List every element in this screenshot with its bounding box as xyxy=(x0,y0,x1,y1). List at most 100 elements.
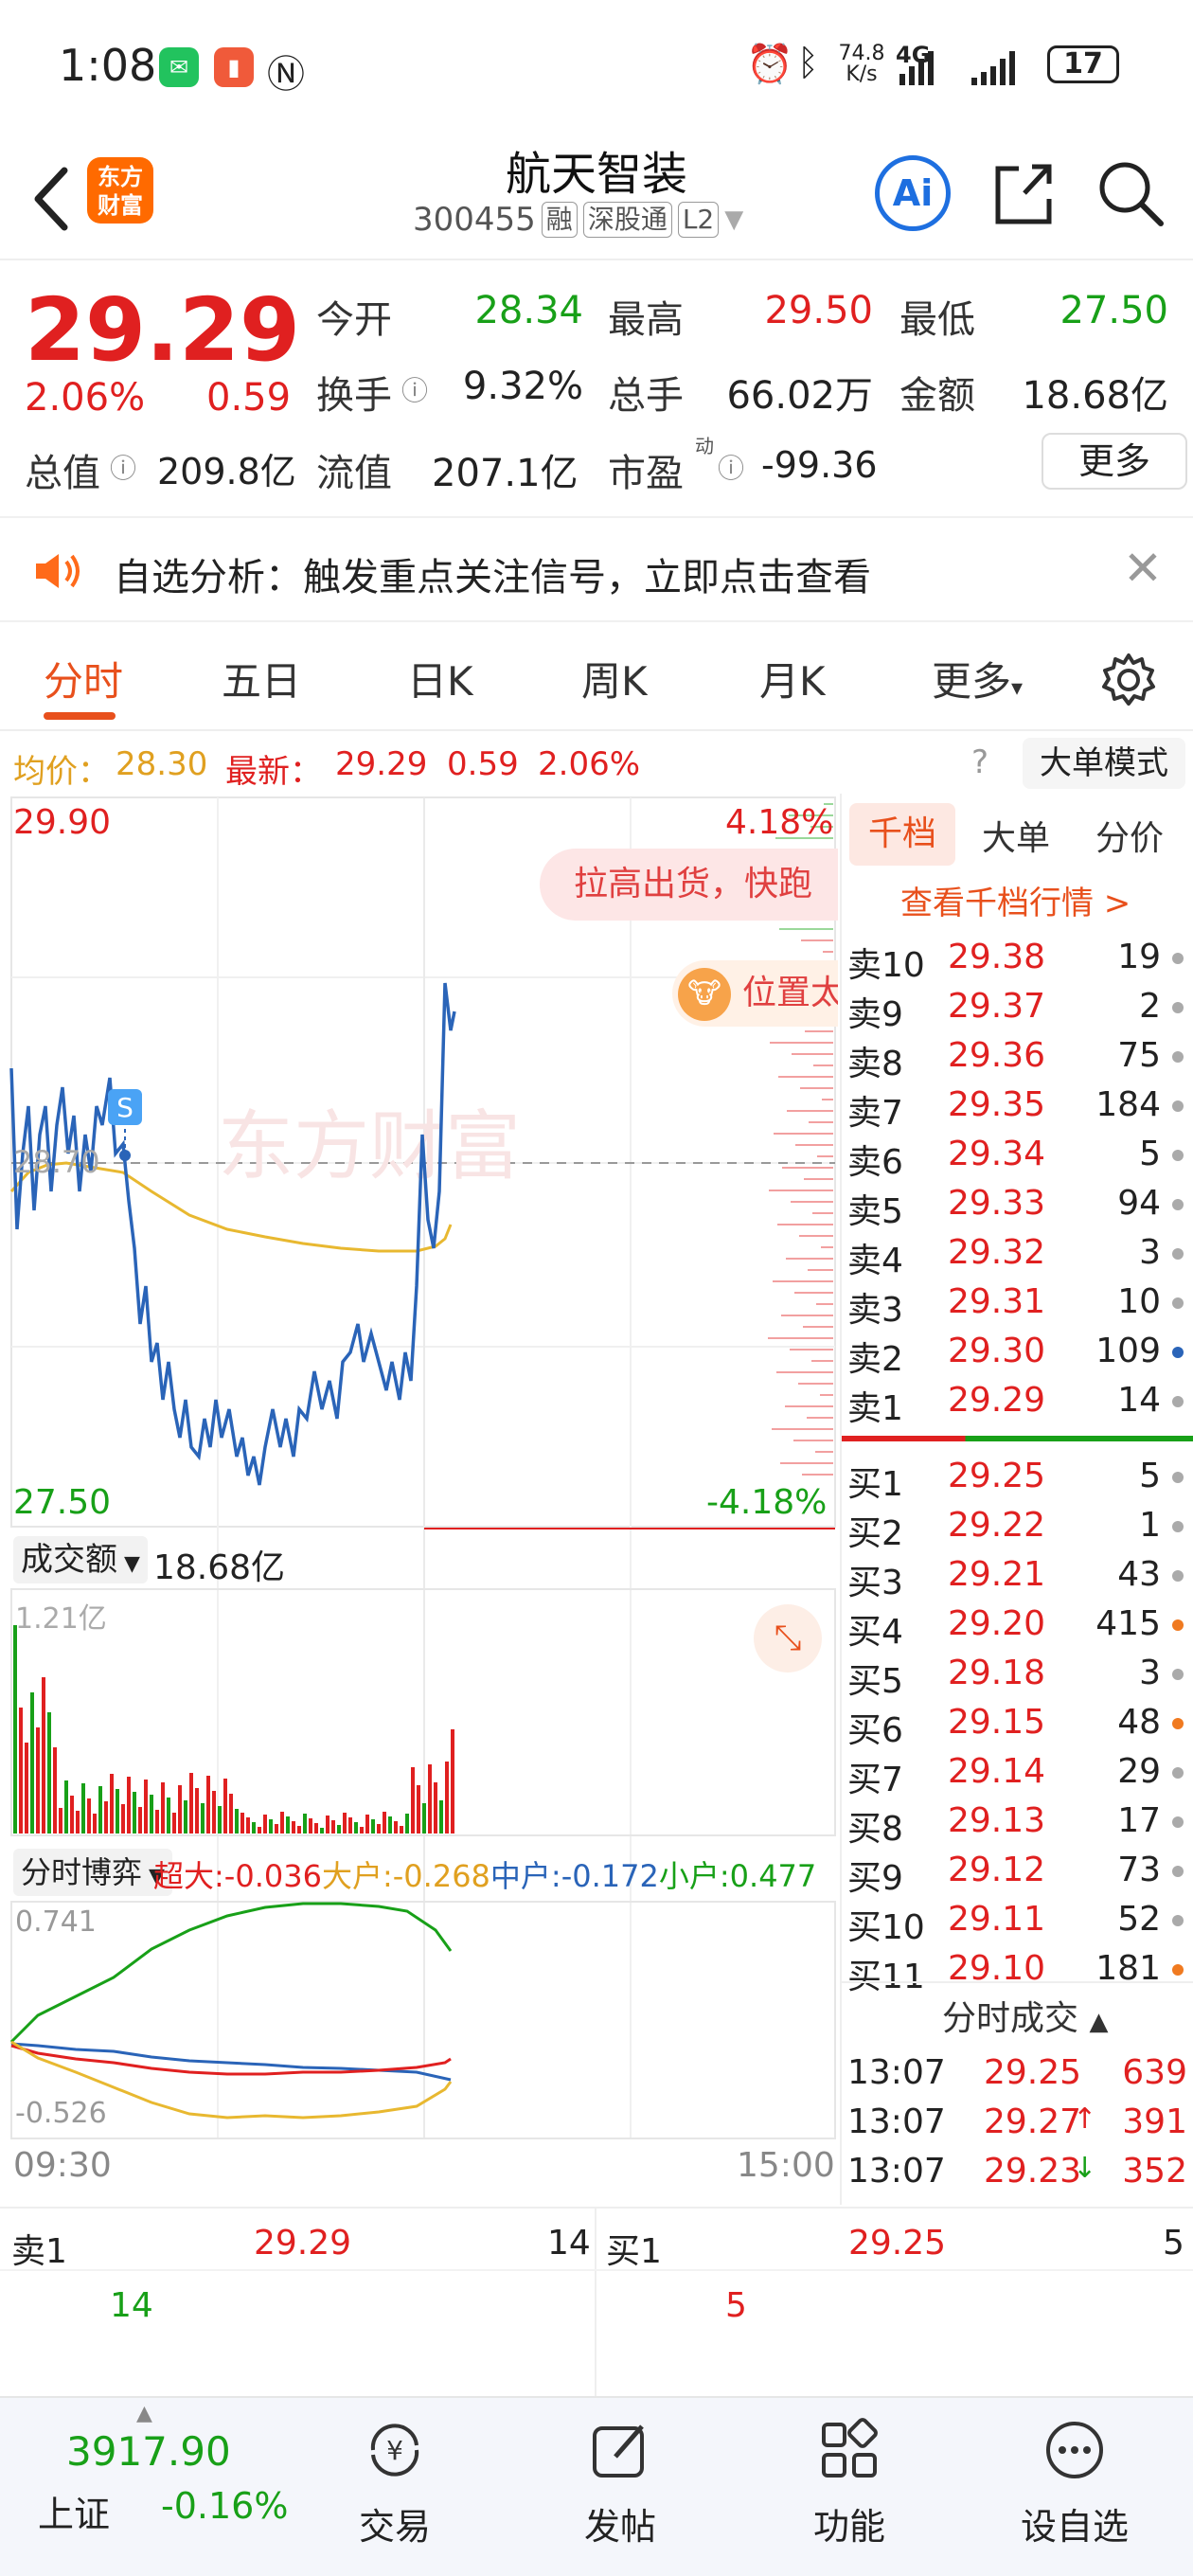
index-ticker[interactable]: ▲ 3917.90 上证 -0.16% xyxy=(38,2398,288,2576)
level-volume: 29 xyxy=(1117,1752,1161,1791)
intraday-chart[interactable]: 东方财富 S 29.90 28.70 27.50 4.18% -4.18% 拉高… xyxy=(0,794,838,2205)
tab-weekly-k[interactable]: 周K xyxy=(581,650,648,707)
volume-axis-max: 1.21亿 xyxy=(15,1602,107,1636)
bid-row[interactable]: 买1 29.25 5 xyxy=(842,1451,1193,1504)
level-price: 29.30 xyxy=(948,1332,1046,1370)
ask-row[interactable]: 卖5 29.33 94 xyxy=(842,1178,1193,1231)
share-icon[interactable] xyxy=(990,157,1057,229)
level-price: 29.36 xyxy=(948,1036,1046,1075)
ask-row[interactable]: 卖9 29.37 2 xyxy=(842,981,1193,1034)
nav-functions[interactable]: 功能 xyxy=(778,2417,920,2549)
tick-arrow-icon: ↓ xyxy=(1073,2152,1097,2185)
level-dot-icon xyxy=(1172,1199,1184,1210)
level-price: 29.11 xyxy=(948,1900,1046,1939)
big-order-mode-button[interactable]: 大单模式 xyxy=(1023,738,1185,789)
bid-row[interactable]: 买3 29.21 43 xyxy=(842,1549,1193,1602)
nav-add-watchlist[interactable]: 设自选 xyxy=(1004,2417,1146,2549)
bid-row[interactable]: 买4 29.20 415 xyxy=(842,1599,1193,1652)
bid-row[interactable]: 买6 29.15 48 xyxy=(842,1697,1193,1750)
level-price: 29.25 xyxy=(948,1457,1046,1495)
help-icon[interactable]: ? xyxy=(971,743,988,781)
level-label: 卖9 xyxy=(847,995,903,1034)
ask-row[interactable]: 卖10 29.38 19 xyxy=(842,932,1193,985)
tab-more[interactable]: 更多▾ xyxy=(932,650,1023,707)
signal-bubble[interactable]: 拉高出货，快跑 xyxy=(540,849,838,921)
status-bar: 1:08 ✉ ▮ Ⓝ ⏰ ᛒ 74.8 K/s 4G 17 xyxy=(0,0,1193,133)
info-icon[interactable]: ⓘ xyxy=(110,448,136,486)
flow-big-value: -0.268 xyxy=(392,1858,490,1894)
level-label: 卖3 xyxy=(847,1291,903,1330)
bid-row[interactable]: 买9 29.12 73 xyxy=(842,1845,1193,1898)
volume-bars xyxy=(13,1625,454,1834)
best-sell-label: 卖1 xyxy=(11,2232,67,2271)
mktcap-value: 209.8亿 xyxy=(157,451,296,492)
level-label: 卖6 xyxy=(847,1143,903,1182)
tab-intraday[interactable]: 分时 xyxy=(44,650,123,707)
turnover-info-icon[interactable]: ⓘ xyxy=(401,370,428,408)
level-dot-icon xyxy=(1172,1915,1184,1926)
ask-row[interactable]: 卖8 29.36 75 xyxy=(842,1030,1193,1083)
ticks-title[interactable]: 分时成交 ▲ xyxy=(942,1991,1108,2040)
ask-row[interactable]: 卖2 29.30 109 xyxy=(842,1326,1193,1379)
level-label: 卖2 xyxy=(847,1340,903,1379)
level-price: 29.38 xyxy=(948,938,1046,976)
pe-info-icon[interactable]: ⓘ xyxy=(718,448,744,486)
tab-daily-k[interactable]: 日K xyxy=(407,650,473,707)
level-volume: 415 xyxy=(1095,1604,1161,1643)
ask-row[interactable]: 卖7 29.35 184 xyxy=(842,1080,1193,1133)
bid-row[interactable]: 买5 29.18 3 xyxy=(842,1648,1193,1701)
ask-row[interactable]: 卖1 29.29 14 xyxy=(842,1375,1193,1428)
level-label: 买2 xyxy=(847,1514,903,1553)
bid-row[interactable]: 买8 29.13 17 xyxy=(842,1796,1193,1849)
active-tab-indicator xyxy=(44,712,116,720)
tab-price-distribution[interactable]: 分价 xyxy=(1095,811,1164,860)
ai-button[interactable]: Ai xyxy=(875,155,951,231)
tab-big-orders[interactable]: 大单 xyxy=(982,811,1050,860)
level-label: 卖7 xyxy=(847,1094,903,1133)
more-button[interactable]: 更多 xyxy=(1042,433,1187,490)
watermark: 东方财富 xyxy=(218,1102,521,1190)
alert-text: 自选分析：触发重点关注信号，立即点击查看 xyxy=(114,556,871,599)
volume-type-selector[interactable]: 成交额 ▼ xyxy=(13,1536,148,1583)
bid-row[interactable]: 买11 29.10 181 xyxy=(842,1943,1193,1996)
functions-grid-icon xyxy=(822,2418,878,2478)
ask-row[interactable]: 卖6 29.34 5 xyxy=(842,1129,1193,1182)
level-dot-icon xyxy=(1172,1100,1184,1112)
level-label: 买3 xyxy=(847,1564,903,1602)
flow-type-selector[interactable]: 分时博弈 ▼ xyxy=(13,1849,172,1896)
ask-row[interactable]: 卖3 29.31 10 xyxy=(842,1277,1193,1330)
level-volume: 17 xyxy=(1117,1801,1161,1840)
alert-banner[interactable]: 自选分析：触发重点关注信号，立即点击查看 ✕ xyxy=(0,516,1193,622)
bid-row[interactable]: 买7 29.14 29 xyxy=(842,1746,1193,1799)
close-icon[interactable]: ✕ xyxy=(1123,541,1163,596)
battery-icon: 17 xyxy=(1047,45,1119,83)
bid-row[interactable]: 买2 29.22 1 xyxy=(842,1500,1193,1553)
flow-axis-max: 0.741 xyxy=(15,1905,97,1939)
level-price: 29.15 xyxy=(948,1703,1046,1742)
nav-post[interactable]: 发帖 xyxy=(549,2417,691,2549)
bid-row[interactable]: 买10 29.11 52 xyxy=(842,1894,1193,1947)
level-dot-icon xyxy=(1172,1150,1184,1161)
position-bubble-text: 位置太 xyxy=(742,974,838,1012)
expand-icon[interactable]: ⤡ xyxy=(754,1604,822,1673)
level-dot-icon xyxy=(1172,1051,1184,1063)
level-dot-icon xyxy=(1172,1248,1184,1260)
tab-thousand-levels[interactable]: 千档 xyxy=(849,803,955,866)
stock-code-row[interactable]: 300455 融 深股通 L2 ▼ xyxy=(413,201,743,239)
post-icon xyxy=(593,2424,644,2478)
search-icon[interactable] xyxy=(1095,157,1166,229)
tab-monthly-k[interactable]: 月K xyxy=(759,650,826,707)
avg-label: 均价： xyxy=(13,753,110,791)
level-price: 29.33 xyxy=(948,1184,1046,1223)
nav-trade[interactable]: ¥ 交易 xyxy=(324,2417,466,2549)
tab-five-day[interactable]: 五日 xyxy=(222,650,301,707)
price-axis-mid: 28.70 xyxy=(13,1144,100,1180)
divider xyxy=(842,1981,1193,1983)
level-dot-icon xyxy=(1172,1002,1184,1013)
level-volume: 5 xyxy=(1139,1457,1161,1495)
ask-row[interactable]: 卖4 29.32 3 xyxy=(842,1227,1193,1280)
level-volume: 43 xyxy=(1117,1555,1161,1594)
settings-gear-icon[interactable] xyxy=(1100,652,1157,708)
level-label: 买9 xyxy=(847,1859,903,1898)
thousand-levels-link[interactable]: 查看千档行情 > xyxy=(900,877,1131,923)
